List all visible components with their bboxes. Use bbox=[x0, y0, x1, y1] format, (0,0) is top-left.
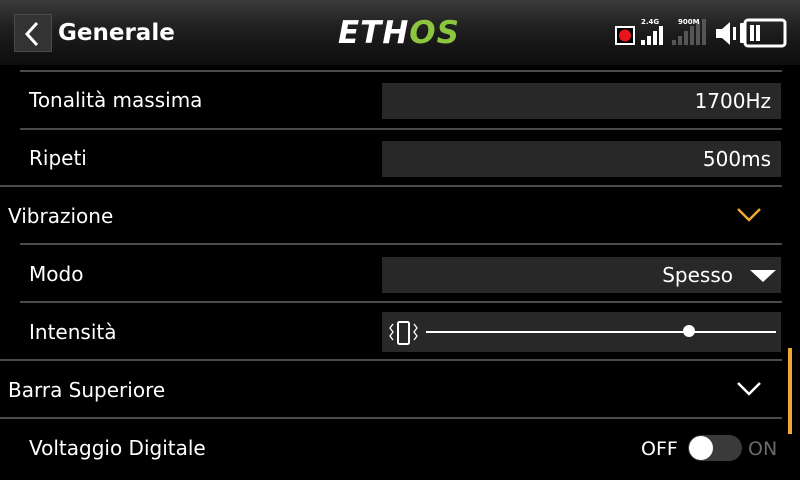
settings-page: Tonalità massima 1700Hz Ripeti 500ms Vib… bbox=[0, 65, 800, 480]
divider bbox=[20, 301, 782, 303]
mode-label: Modo bbox=[29, 262, 84, 286]
max-tone-field[interactable]: 1700Hz bbox=[382, 83, 781, 119]
page-title: Generale bbox=[58, 20, 175, 46]
mode-value: Spesso bbox=[662, 263, 733, 287]
record-icon bbox=[615, 26, 635, 45]
toggle-knob bbox=[689, 436, 713, 460]
toggle-off-label: OFF bbox=[641, 438, 678, 460]
divider bbox=[20, 243, 782, 245]
repeat-label: Ripeti bbox=[29, 146, 87, 170]
scrollbar[interactable] bbox=[788, 348, 792, 434]
vibrate-icon bbox=[389, 321, 418, 345]
mode-select[interactable]: Spesso bbox=[382, 257, 781, 293]
rf-900m-signal-icon: 900M bbox=[672, 18, 706, 45]
rf-900m-label: 900M bbox=[678, 18, 700, 26]
vibration-section-header[interactable]: Vibrazione bbox=[0, 187, 782, 241]
chevron-left-icon bbox=[24, 21, 39, 47]
back-button[interactable] bbox=[14, 14, 52, 52]
header-bar: Generale ETHOS 2.4G 900M bbox=[0, 0, 800, 65]
intensity-label: Intensità bbox=[29, 320, 117, 344]
digital-voltage-toggle[interactable] bbox=[688, 435, 742, 461]
top-bar-section-header[interactable]: Barra Superiore bbox=[0, 361, 782, 415]
chevron-down-icon bbox=[737, 382, 761, 396]
vibration-label: Vibrazione bbox=[8, 204, 114, 228]
divider bbox=[0, 417, 782, 419]
rf-24g-signal-icon: 2.4G bbox=[641, 18, 663, 45]
divider bbox=[20, 70, 782, 72]
divider bbox=[20, 128, 782, 130]
rf-24g-label: 2.4G bbox=[641, 18, 659, 26]
slider-knob[interactable] bbox=[682, 325, 695, 337]
status-icons: 2.4G 900M bbox=[614, 16, 789, 48]
speaker-mute-icon bbox=[716, 22, 736, 45]
slider-track[interactable] bbox=[426, 331, 776, 333]
dropdown-arrow-icon bbox=[750, 270, 776, 282]
ethos-logo: ETHOS bbox=[338, 15, 460, 51]
max-tone-label: Tonalità massima bbox=[29, 88, 203, 112]
intensity-slider[interactable] bbox=[382, 312, 781, 352]
top-bar-label: Barra Superiore bbox=[8, 378, 166, 402]
battery-icon bbox=[740, 18, 787, 48]
toggle-on-label: ON bbox=[748, 438, 778, 460]
digital-voltage-label: Voltaggio Digitale bbox=[29, 436, 206, 460]
chevron-down-icon bbox=[737, 208, 761, 222]
repeat-field[interactable]: 500ms bbox=[382, 141, 781, 177]
